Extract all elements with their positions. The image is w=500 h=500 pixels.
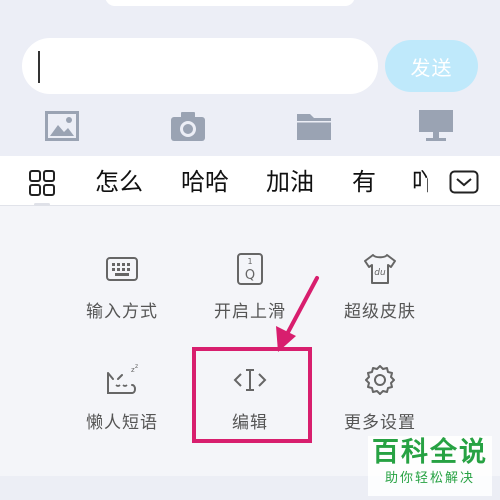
image-icon[interactable] — [44, 108, 80, 144]
candidate-word[interactable]: 加油 — [266, 165, 314, 199]
highlight-annotation-box — [192, 347, 312, 443]
pointer-arrow-icon — [276, 276, 319, 352]
svg-text:du: du — [374, 268, 386, 278]
camera-icon[interactable] — [170, 108, 206, 144]
svg-text:Q: Q — [245, 268, 255, 283]
item-label: 懒人短语 — [86, 413, 158, 433]
svg-text:z: z — [135, 363, 138, 370]
candidate-word[interactable]: 怎么 — [95, 165, 143, 199]
candidate-word[interactable]: 吖 — [412, 165, 428, 199]
sleepy-cat-icon: z z — [104, 362, 140, 398]
watermark-title: 百科全说 — [372, 437, 488, 468]
candidate-bar: 怎么 哈哈 加油 有 吖 — [0, 156, 500, 206]
active-tab-indicator — [34, 203, 50, 206]
input-mode-item[interactable]: 输入方式 — [52, 251, 192, 341]
watermark-subtitle: 助你轻松解决 — [384, 471, 475, 486]
folder-icon[interactable] — [296, 108, 332, 144]
message-bubble — [105, 0, 355, 6]
chat-area: 发送 — [0, 0, 500, 156]
tshirt-skin-icon: du — [362, 251, 398, 287]
watermark: 百科全说 助你轻松解决 — [368, 436, 492, 496]
grid-menu-icon[interactable] — [28, 169, 56, 197]
candidate-word[interactable]: 有 — [352, 165, 376, 199]
monitor-icon[interactable] — [418, 108, 454, 144]
send-button[interactable]: 发送 — [385, 40, 478, 92]
collapse-keyboard-button[interactable] — [448, 168, 480, 196]
svg-text:1: 1 — [247, 257, 252, 266]
item-label: 更多设置 — [344, 413, 416, 433]
text-caret — [38, 51, 40, 83]
keyboard-icon — [104, 251, 140, 287]
chevron-down-icon — [449, 170, 479, 194]
candidate-word[interactable]: 哈哈 — [181, 165, 229, 199]
item-label: 输入方式 — [86, 302, 158, 322]
lazy-phrase-item[interactable]: z z 懒人短语 — [52, 362, 192, 452]
chat-input[interactable] — [22, 38, 378, 94]
gear-icon — [362, 362, 398, 398]
